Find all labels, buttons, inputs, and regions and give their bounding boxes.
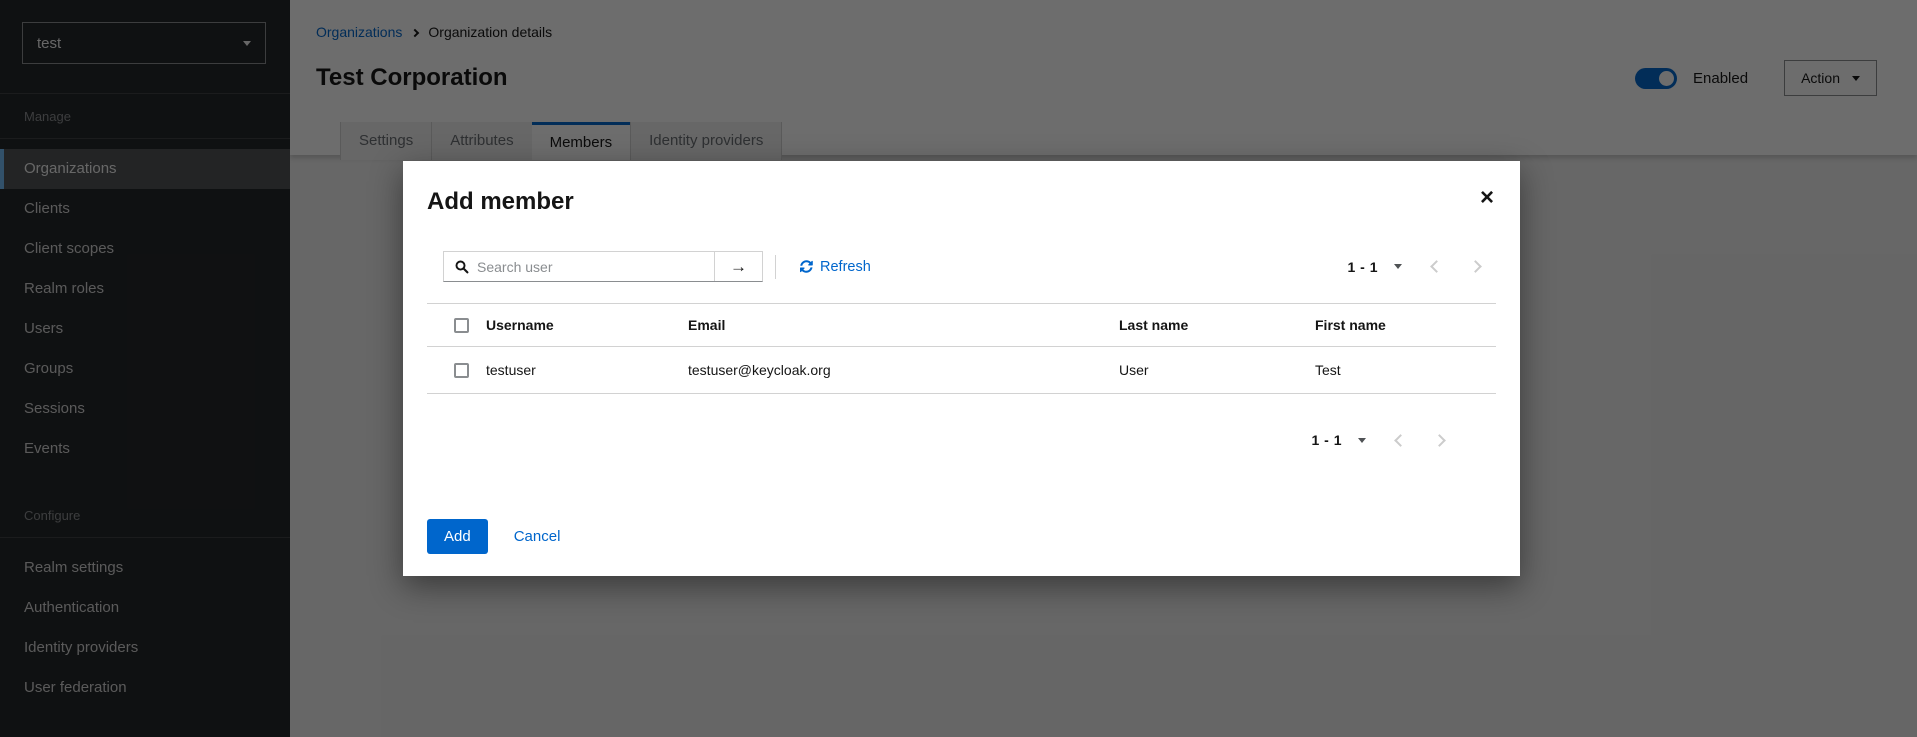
pagination-dropdown[interactable] bbox=[1358, 438, 1366, 443]
prev-page-button[interactable] bbox=[1396, 436, 1405, 445]
search-input[interactable] bbox=[477, 259, 714, 275]
pagination-range: 1 - 1 bbox=[1311, 432, 1342, 448]
table-row: testuser testuser@keycloak.org User Test bbox=[427, 347, 1496, 394]
select-all-checkbox[interactable] bbox=[454, 318, 469, 333]
chevron-right-icon bbox=[1469, 260, 1482, 273]
pagination-dropdown[interactable] bbox=[1394, 264, 1402, 269]
toolbar-divider bbox=[775, 255, 776, 279]
search-group: → bbox=[443, 251, 763, 282]
members-table: Username Email Last name First name test… bbox=[427, 303, 1496, 394]
column-header-email: Email bbox=[688, 304, 1119, 347]
chevron-down-icon bbox=[1394, 264, 1402, 269]
pagination-top: 1 - 1 bbox=[1347, 259, 1480, 275]
search-submit-button[interactable]: → bbox=[714, 252, 762, 281]
chevron-left-icon bbox=[1394, 434, 1407, 447]
modal-toolbar: → Refresh 1 - 1 bbox=[427, 251, 1496, 282]
close-icon[interactable]: × bbox=[1480, 187, 1494, 209]
cell-email: testuser@keycloak.org bbox=[688, 347, 1119, 394]
column-header-last-name: Last name bbox=[1119, 304, 1315, 347]
add-button[interactable]: Add bbox=[427, 519, 488, 554]
pagination-range: 1 - 1 bbox=[1347, 259, 1378, 275]
refresh-label: Refresh bbox=[820, 259, 871, 275]
refresh-button[interactable]: Refresh bbox=[800, 259, 871, 275]
cell-first-name: Test bbox=[1315, 347, 1496, 394]
column-header-username: Username bbox=[486, 304, 688, 347]
prev-page-button[interactable] bbox=[1432, 262, 1441, 271]
next-page-button[interactable] bbox=[1435, 436, 1444, 445]
next-page-button[interactable] bbox=[1471, 262, 1480, 271]
search-icon bbox=[455, 260, 469, 274]
modal-footer: Add Cancel bbox=[427, 519, 560, 554]
chevron-left-icon bbox=[1430, 260, 1443, 273]
chevron-down-icon bbox=[1358, 438, 1366, 443]
column-header-first-name: First name bbox=[1315, 304, 1496, 347]
cell-last-name: User bbox=[1119, 347, 1315, 394]
cancel-button[interactable]: Cancel bbox=[514, 528, 561, 545]
table-header-row: Username Email Last name First name bbox=[427, 304, 1496, 347]
pagination-bottom: 1 - 1 bbox=[427, 432, 1444, 448]
add-member-modal: Add member × → Refresh 1 - 1 bbox=[403, 161, 1520, 576]
modal-title: Add member bbox=[427, 187, 1496, 217]
refresh-icon bbox=[800, 260, 813, 273]
chevron-right-icon bbox=[1433, 434, 1446, 447]
row-checkbox[interactable] bbox=[454, 363, 469, 378]
cell-username: testuser bbox=[486, 347, 688, 394]
